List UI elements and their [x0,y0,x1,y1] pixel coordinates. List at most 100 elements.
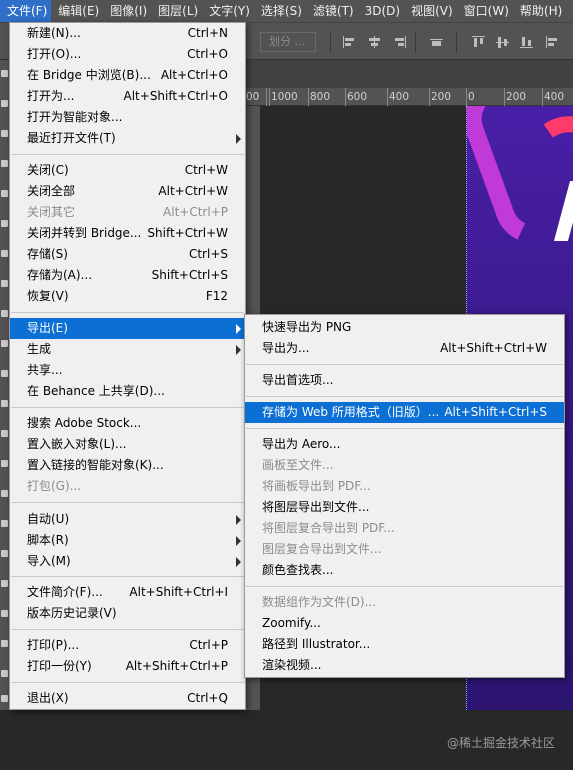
align-left-icon[interactable] [343,36,356,48]
menu-item-open[interactable]: 打开(O)... Ctrl+O [10,44,245,65]
menu-window[interactable]: 窗口(W) [457,0,513,22]
menu-item-place-embedded[interactable]: 置入嵌入对象(L)... [10,434,245,455]
menu-item-label: 打包(G)... [27,479,82,493]
menu-item-search-stock[interactable]: 搜索 Adobe Stock... [10,413,245,434]
menu-item-file-info[interactable]: 文件简介(F)... Alt+Shift+Ctrl+I [10,582,245,603]
menu-item-label: 文件简介(F)... [27,585,103,599]
menu-item-save-as[interactable]: 存储为(A)... Shift+Ctrl+S [10,265,245,286]
distribute-vcenter-icon[interactable] [496,36,509,48]
menu-item-import[interactable]: 导入(M) [10,551,245,572]
menu-item-close-go-bridge[interactable]: 关闭并转到 Bridge... Shift+Ctrl+W [10,223,245,244]
menu-item-share[interactable]: 共享... [10,360,245,381]
menu-item-export-as[interactable]: 导出为... Alt+Shift+Ctrl+W [245,338,564,359]
menu-item-export-preferences[interactable]: 导出首选项... [245,370,564,391]
pen-tool-icon[interactable] [1,490,8,497]
menu-item-paths-to-illustrator[interactable]: 路径到 Illustrator... [245,634,564,655]
shape-tool-icon[interactable] [1,580,8,587]
path-select-tool-icon[interactable] [1,550,8,557]
align-center-h-icon[interactable] [368,36,381,48]
zoom-tool-icon[interactable] [1,640,8,647]
menu-item-label: 导出为... [262,341,310,355]
menu-item-layers-to-files[interactable]: 将图层导出到文件... [245,497,564,518]
menu-image[interactable]: 图像(I) [103,0,151,22]
menu-item-label: 打印(P)... [27,638,80,652]
crop-tool-icon[interactable] [1,190,8,197]
file-menu: 新建(N)... Ctrl+N 打开(O)... Ctrl+O 在 Bridge 中… [9,22,246,710]
menu-type[interactable]: 文字(Y) [202,0,254,22]
menu-item-export[interactable]: 导出(E) [10,318,245,339]
gradient-tool-icon[interactable] [1,400,8,407]
menu-item-shortcut: Alt+Ctrl+O [160,68,228,82]
distribute-bottom-icon[interactable] [520,36,533,48]
stamp-tool-icon[interactable] [1,310,8,317]
menu-item-scripts[interactable]: 脚本(R) [10,530,245,551]
ruler-label: 600 [347,91,368,103]
lasso-tool-icon[interactable] [1,130,8,137]
menu-item-shortcut: F12 [205,289,228,303]
history-brush-tool-icon[interactable] [1,340,8,347]
dodge-tool-icon[interactable] [1,460,8,467]
menu-item-version-history[interactable]: 版本历史记录(V) [10,603,245,624]
type-tool-icon[interactable] [1,520,8,527]
magic-wand-tool-icon[interactable] [1,160,8,167]
menu-separator [246,428,563,429]
align-right-icon[interactable] [393,36,406,48]
menu-edit[interactable]: 编辑(E) [51,0,103,22]
eraser-tool-icon[interactable] [1,370,8,377]
distribute-button[interactable]: 划分 ... [260,32,316,52]
menu-item-generate[interactable]: 生成 [10,339,245,360]
menu-item-automate[interactable]: 自动(U) [10,509,245,530]
menu-item-print-one-copy[interactable]: 打印一份(Y) Alt+Shift+Ctrl+P [10,656,245,677]
menu-item-render-video[interactable]: 渲染视频... [245,655,564,676]
menu-item-open-smart-object[interactable]: 打开为智能对象... [10,107,245,128]
menu-item-new[interactable]: 新建(N)... Ctrl+N [10,23,245,44]
menu-item-export-aero[interactable]: 导出为 Aero... [245,434,564,455]
menu-item-place-linked[interactable]: 置入链接的智能对象(K)... [10,455,245,476]
menu-3d[interactable]: 3D(D) [358,0,404,22]
menu-item-browse-bridge[interactable]: 在 Bridge 中浏览(B)... Alt+Ctrl+O [10,65,245,86]
menu-view[interactable]: 视图(V) [404,0,457,22]
menu-item-open-as[interactable]: 打开为... Alt+Shift+Ctrl+O [10,86,245,107]
menu-item-label: 关闭其它 [27,205,76,219]
menu-item-close-all[interactable]: 关闭全部 Alt+Ctrl+W [10,181,245,202]
menu-item-print[interactable]: 打印(P)... Ctrl+P [10,635,245,656]
menu-separator [246,364,563,365]
blur-tool-icon[interactable] [1,430,8,437]
distribute-top-icon[interactable] [472,36,485,48]
color-swatch-icon[interactable] [1,695,8,702]
brush-tool-icon[interactable] [1,280,8,287]
menu-item-label: 渲染视频... [262,658,322,672]
menu-item-label: 置入嵌入对象(L)... [27,437,127,451]
menu-item-label: 版本历史记录(V) [27,606,117,620]
healing-tool-icon[interactable] [1,250,8,257]
hand-tool-icon[interactable] [1,610,8,617]
align-top-icon[interactable] [430,36,443,48]
menu-item-share-behance[interactable]: 在 Behance 上共享(D)... [10,381,245,402]
menu-item-save[interactable]: 存储(S) Ctrl+S [10,244,245,265]
more-tools-icon[interactable] [1,670,8,677]
menu-item-shortcut: Alt+Ctrl+P [163,205,228,219]
menu-item-label: 在 Bridge 中浏览(B)... [27,68,151,82]
menu-separator [11,502,244,503]
move-tool-icon[interactable] [1,70,8,77]
menu-filter[interactable]: 滤镜(T) [306,0,358,22]
menu-item-label: 颜色查找表... [262,563,334,577]
menu-item-save-for-web[interactable]: 存储为 Web 所用格式（旧版）... Alt+Shift+Ctrl+S [245,402,564,423]
menu-file[interactable]: 文件(F) [0,0,52,22]
menu-item-exit[interactable]: 退出(X) Ctrl+Q [10,688,245,709]
ruler-tick [266,88,267,106]
menu-item-label: Zoomify... [262,616,321,630]
menu-item-quick-export-png[interactable]: 快速导出为 PNG [245,317,564,338]
menu-item-close[interactable]: 关闭(C) Ctrl+W [10,160,245,181]
menu-item-recent-files[interactable]: 最近打开文件(T) [10,128,245,149]
menu-item-zoomify[interactable]: Zoomify... [245,613,564,634]
menu-layer[interactable]: 图层(L) [151,0,202,22]
marquee-tool-icon[interactable] [1,100,8,107]
menu-item-revert[interactable]: 恢复(V) F12 [10,286,245,307]
distribute-left-icon[interactable] [546,36,559,48]
submenu-arrow-icon [236,345,241,355]
menu-select[interactable]: 选择(S) [254,0,306,22]
menu-help[interactable]: 帮助(H) [513,0,566,22]
eyedropper-tool-icon[interactable] [1,220,8,227]
menu-item-color-lookup-tables[interactable]: 颜色查找表... [245,560,564,581]
